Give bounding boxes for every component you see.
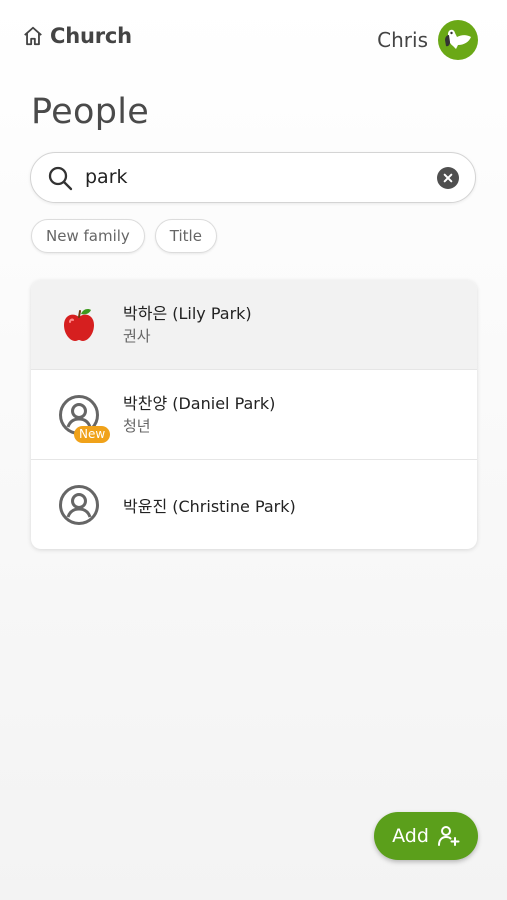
search-bar [30, 152, 476, 203]
list-item[interactable]: New 박찬양 (Daniel Park) 청년 [31, 369, 477, 459]
clear-search-button[interactable] [437, 167, 459, 189]
person-name: 박하은 (Lily Park) [123, 304, 252, 323]
user-menu[interactable]: Chris [377, 20, 478, 60]
dove-icon [445, 29, 471, 49]
search-input[interactable] [85, 161, 405, 193]
page-title: People [31, 92, 150, 132]
search-icon [48, 166, 73, 191]
home-icon [24, 26, 42, 46]
filter-chips: New family Title [31, 219, 227, 253]
people-list: 박하은 (Lily Park) 권사 New 박찬양 (Daniel Park)… [31, 280, 477, 549]
avatar[interactable] [438, 20, 478, 60]
filter-new-family[interactable]: New family [31, 219, 145, 253]
new-badge: New [74, 426, 111, 443]
person-name: 박찬양 (Daniel Park) [123, 394, 276, 413]
add-button-label: Add [392, 825, 429, 847]
top-bar: Church Chris [0, 0, 507, 80]
apple-icon [64, 309, 94, 341]
user-name: Chris [377, 28, 428, 52]
filter-title[interactable]: Title [154, 219, 217, 253]
add-user-icon [437, 826, 460, 846]
brand-name: Church [50, 24, 132, 48]
list-item[interactable]: 박하은 (Lily Park) 권사 [31, 280, 477, 369]
add-person-button[interactable]: Add [374, 812, 478, 860]
person-name: 박윤진 (Christine Park) [123, 497, 296, 516]
home-link[interactable]: Church [22, 24, 132, 48]
person-circle-icon [59, 485, 99, 525]
person-title: 청년 [123, 417, 151, 435]
list-item[interactable]: 박윤진 (Christine Park) [31, 459, 477, 549]
close-icon [443, 173, 453, 183]
person-title: 권사 [123, 327, 151, 345]
